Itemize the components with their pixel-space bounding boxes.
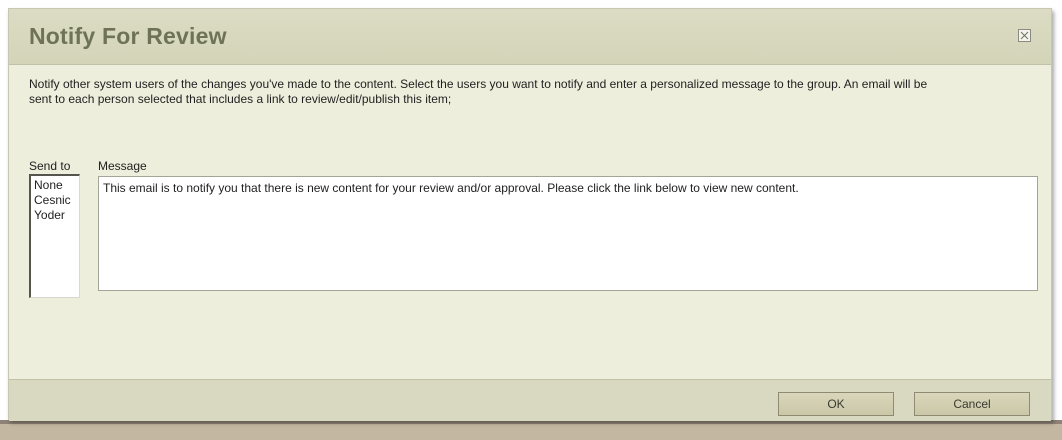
intro-text: Notify other system users of the changes…: [29, 77, 928, 106]
dialog-title: Notify For Review: [29, 23, 227, 49]
message-textarea[interactable]: This email is to notify you that there i…: [98, 176, 1038, 291]
notify-dialog: Notify For Review Notify other system us…: [8, 8, 1052, 421]
close-icon: [1020, 31, 1029, 40]
send-to-option[interactable]: Cesnic: [34, 193, 79, 208]
close-button[interactable]: [1018, 29, 1031, 42]
cancel-button[interactable]: Cancel: [914, 392, 1030, 416]
message-label: Message: [98, 159, 147, 173]
send-to-option[interactable]: None: [34, 178, 79, 193]
send-to-option[interactable]: Yoder: [34, 208, 79, 223]
dialog-footer: OK Cancel: [9, 379, 1051, 421]
backdrop-bottom: [0, 424, 1062, 440]
send-to-listbox[interactable]: None Cesnic Yoder: [29, 174, 80, 298]
dialog-titlebar: Notify For Review: [9, 9, 1051, 65]
send-to-label: Send to: [29, 159, 71, 173]
ok-button[interactable]: OK: [778, 392, 894, 416]
